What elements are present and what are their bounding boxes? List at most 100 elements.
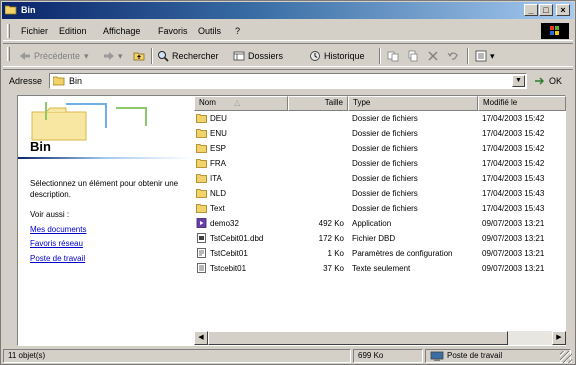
forward-button[interactable]: ▾ [103,49,123,63]
file-name: DEU [210,114,227,123]
file-size: 37 Ko [323,264,344,273]
history-button[interactable]: Historique [309,49,365,63]
dbd-file-icon [197,233,206,243]
address-label: Adresse [9,76,43,86]
see-also-label: Voir aussi : [30,210,70,219]
folders-label: Dossiers [248,51,284,61]
column-header-size[interactable]: Taille [288,96,348,111]
column-header-type[interactable]: Type [348,96,478,111]
file-name: ITA [210,174,222,183]
file-name: NLD [210,189,227,198]
file-name: Text [210,204,225,213]
file-type: Texte seulement [352,264,411,273]
menu-outils[interactable]: Outils [198,26,221,36]
maximize-button[interactable]: □ [539,4,553,16]
status-bar: 11 objet(s) 699 Ko Poste de travail [3,348,573,364]
sort-ascending-icon: △ [234,98,241,107]
link-favoris-reseau[interactable]: Favoris réseau [30,239,83,249]
horizontal-scrollbar[interactable]: ◀ ▶ [194,331,566,345]
toolbar-separator [379,48,381,64]
config-file-icon [197,248,206,258]
file-row[interactable]: Tstcebit01 37 Ko Texte seulement 09/07/2003… [194,262,566,275]
column-modified-label: Modifié le [483,98,518,107]
file-type: Dossier de fichiers [352,144,418,153]
file-type: Dossier de fichiers [352,174,418,183]
back-dropdown-icon[interactable]: ▾ [84,51,89,61]
history-icon [310,51,320,61]
file-row[interactable]: DEU Dossier de fichiers 17/04/2003 15:42 [194,112,566,125]
forward-arrow-icon [104,52,114,60]
file-row[interactable]: NLD Dossier de fichiers 17/04/2003 15:43 [194,187,566,200]
minimize-button[interactable]: _ [524,4,538,16]
column-header-name[interactable]: Nom △ [194,96,288,111]
folder-icon [196,144,207,153]
menu-help[interactable]: ? [235,26,240,36]
back-button[interactable]: Précédente ▾ [19,49,89,63]
status-size: 699 Ko [353,349,423,363]
folders-button[interactable]: Dossiers [233,49,283,63]
undo-button[interactable] [447,49,462,63]
resize-grip[interactable] [560,351,572,363]
folder-icon [5,5,17,15]
scrollbar-thumb[interactable] [208,331,508,345]
file-row[interactable]: TstCebit01.dbd 172 Ko Fichier DBD 09/07/200… [194,232,566,245]
file-row[interactable]: ITA Dossier de fichiers 17/04/2003 15:43 [194,172,566,185]
file-row[interactable]: FRA Dossier de fichiers 17/04/2003 15:42 [194,157,566,170]
up-folder-button[interactable] [133,49,148,63]
move-to-button[interactable] [387,49,402,63]
file-row[interactable]: TstCebit01 1 Ko Paramètres de configuratio… [194,247,566,260]
menu-affichage[interactable]: Affichage [103,26,140,36]
scroll-left-button[interactable]: ◀ [194,331,208,345]
folder-icon [196,159,207,168]
menu-edition[interactable]: Edition [59,26,87,36]
application-icon [196,218,207,228]
move-to-icon [387,51,399,62]
status-zone: Poste de travail [425,349,571,363]
address-input[interactable]: Bin ▼ [49,73,527,89]
history-label: Historique [324,51,365,61]
link-poste-de-travail[interactable]: Poste de travail [30,254,85,264]
menu-fichier[interactable]: Fichier [21,26,48,36]
status-size-text: 699 Ko [358,351,384,360]
web-view-pane: Bin Sélectionnez un élément pour obtenir… [18,96,193,345]
file-row[interactable]: ESP Dossier de fichiers 17/04/2003 15:42 [194,142,566,155]
delete-button[interactable] [427,49,442,63]
file-modified: 09/07/2003 13:21 [482,264,545,273]
address-value: Bin [69,76,83,86]
title-bar[interactable]: Bin _ □ × [2,2,574,19]
search-button[interactable]: Rechercher [157,49,219,63]
file-name: TstCebit01 [210,249,248,258]
close-button[interactable]: × [556,4,570,16]
link-mes-documents[interactable]: Mes documents [30,225,86,235]
delete-icon [428,51,438,61]
back-label: Précédente [34,51,81,61]
menu-bar: Fichier Edition Affichage Favoris Outils… [3,21,573,41]
folder-icon [53,76,65,86]
status-count-text: 11 objet(s) [8,351,46,360]
file-modified: 09/07/2003 13:21 [482,219,545,228]
file-row[interactable]: demo32 492 Ko Application 09/07/2003 13:21 [194,217,566,230]
scroll-right-button[interactable]: ▶ [552,331,566,345]
address-dropdown-button[interactable]: ▼ [512,75,525,87]
windows-logo-icon [541,23,569,39]
menu-grip[interactable] [7,24,10,38]
pane-divider [18,157,193,159]
explorer-window: Bin _ □ × Fichier Edition Affichage Favo… [0,0,576,365]
file-type: Dossier de fichiers [352,129,418,138]
search-icon [158,51,169,62]
views-button[interactable]: ▾ [475,49,495,63]
go-button[interactable]: OK [533,74,562,88]
file-modified: 17/04/2003 15:42 [482,114,545,123]
menu-favoris[interactable]: Favoris [158,26,188,36]
file-size: 172 Ko [318,234,344,243]
file-row[interactable]: Text Dossier de fichiers 17/04/2003 15:43 [194,202,566,215]
file-size: 492 Ko [318,219,344,228]
column-header-modified[interactable]: Modifié le [478,96,566,111]
toolbar-grip[interactable] [7,47,10,61]
file-row[interactable]: ENU Dossier de fichiers 17/04/2003 15:42 [194,127,566,140]
file-name: demo32 [210,219,239,228]
forward-dropdown-icon[interactable]: ▾ [118,51,123,61]
file-modified: 17/04/2003 15:42 [482,159,545,168]
copy-to-button[interactable] [407,49,422,63]
views-dropdown-icon[interactable]: ▾ [490,51,495,61]
